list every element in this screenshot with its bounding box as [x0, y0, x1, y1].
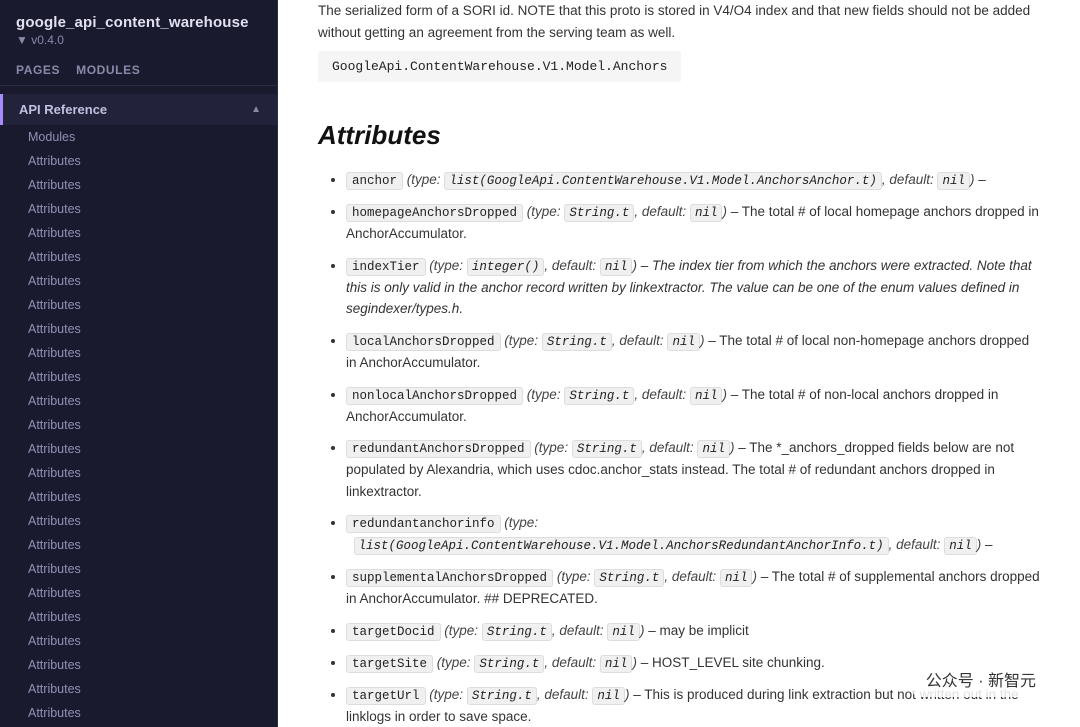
list-item: supplementalAnchorsDropped (type: String…: [346, 566, 1040, 610]
attr-meta-targetDocid: (type: String.t, default: nil): [444, 623, 648, 638]
list-item: targetSite (type: String.t, default: nil…: [346, 652, 1040, 674]
attr-name-targetSite: targetSite: [346, 655, 433, 673]
list-item[interactable]: Attributes: [0, 173, 277, 197]
attributes-list: anchor (type: list(GoogleApi.ContentWare…: [346, 169, 1040, 727]
list-item[interactable]: Attributes: [0, 581, 277, 605]
attr-name-indexTier: indexTier: [346, 258, 426, 276]
list-item[interactable]: Attributes: [0, 653, 277, 677]
attr-name-redundantAnchorsDropped: redundantAnchorsDropped: [346, 440, 531, 458]
list-item[interactable]: Attributes: [0, 197, 277, 221]
chevron-up-icon: ▲: [251, 104, 261, 115]
list-item[interactable]: Attributes: [0, 317, 277, 341]
list-item: anchor (type: list(GoogleApi.ContentWare…: [346, 169, 1040, 191]
attr-meta-targetUrl: (type: String.t, default: nil): [429, 687, 633, 702]
tab-modules[interactable]: MODULES: [76, 63, 140, 85]
attr-name-targetUrl: targetUrl: [346, 687, 426, 705]
list-item: indexTier (type: integer(), default: nil…: [346, 255, 1040, 320]
list-item[interactable]: Attributes: [0, 437, 277, 461]
list-item: homepageAnchorsDropped (type: String.t, …: [346, 201, 1040, 245]
sidebar-title: google_api_content_warehouse: [16, 14, 261, 31]
attr-meta-homepageAnchorsDropped: (type: String.t, default: nil): [527, 204, 731, 219]
list-item[interactable]: Attributes: [0, 149, 277, 173]
attr-desc-anchor: –: [978, 172, 986, 187]
attr-meta-indexTier: (type: integer(), default: nil): [429, 258, 640, 273]
list-item: localAnchorsDropped (type: String.t, def…: [346, 330, 1040, 374]
attr-meta-nonlocalAnchorsDropped: (type: String.t, default: nil): [527, 387, 731, 402]
sidebar-header: google_api_content_warehouse ▼ v0.4.0: [0, 0, 277, 57]
list-item[interactable]: Attributes: [0, 605, 277, 629]
list-item: targetDocid (type: String.t, default: ni…: [346, 620, 1040, 642]
list-item[interactable]: Attributes: [0, 629, 277, 653]
list-item: redundantAnchorsDropped (type: String.t,…: [346, 437, 1040, 502]
list-item[interactable]: Attributes: [0, 269, 277, 293]
attributes-heading: Attributes: [318, 120, 1040, 151]
list-item[interactable]: Attributes: [0, 413, 277, 437]
nav-section-api-reference[interactable]: API Reference ▲: [0, 94, 277, 125]
list-item[interactable]: Attributes: [0, 533, 277, 557]
sidebar-tabs: PAGES MODULES: [0, 57, 277, 86]
list-item[interactable]: Attributes: [0, 677, 277, 701]
attr-name-supplementalAnchorsDropped: supplementalAnchorsDropped: [346, 569, 553, 587]
list-item[interactable]: Attributes: [0, 245, 277, 269]
nav-item-modules[interactable]: Modules: [0, 125, 277, 149]
list-item[interactable]: Attributes: [0, 461, 277, 485]
attr-name-redundantanchorinfo: redundantanchorinfo: [346, 515, 501, 533]
list-item[interactable]: Attributes: [0, 221, 277, 245]
attr-desc-targetDocid: – may be implicit: [648, 623, 749, 638]
attr-meta-localAnchorsDropped: (type: String.t, default: nil): [504, 333, 708, 348]
list-item[interactable]: Attributes: [0, 485, 277, 509]
attr-meta-supplementalAnchorsDropped: (type: String.t, default: nil): [557, 569, 761, 584]
list-item[interactable]: Attributes: [0, 389, 277, 413]
sidebar-version: ▼ v0.4.0: [16, 33, 261, 47]
attr-name-localAnchorsDropped: localAnchorsDropped: [346, 333, 501, 351]
attr-meta-targetSite: (type: String.t, default: nil): [437, 655, 641, 670]
attr-name-nonlocalAnchorsDropped: nonlocalAnchorsDropped: [346, 387, 523, 405]
list-item[interactable]: Attributes: [0, 341, 277, 365]
list-item[interactable]: Attributes: [0, 365, 277, 389]
attr-name-anchor: anchor: [346, 172, 403, 190]
list-item[interactable]: Attributes: [0, 293, 277, 317]
sidebar: google_api_content_warehouse ▼ v0.4.0 PA…: [0, 0, 278, 727]
top-code-label: GoogleApi.ContentWarehouse.V1.Model.Anch…: [318, 51, 681, 82]
list-item[interactable]: Attributes: [0, 557, 277, 581]
intro-text: The serialized form of a SORI id. NOTE t…: [318, 0, 1040, 43]
attr-desc-redundantanchorinfo: –: [985, 537, 993, 552]
sidebar-nav: API Reference ▲ Modules Attributes Attri…: [0, 86, 277, 727]
attr-name-targetDocid: targetDocid: [346, 623, 441, 641]
attr-desc-targetSite: – HOST_LEVEL site chunking.: [641, 655, 825, 670]
list-item: nonlocalAnchorsDropped (type: String.t, …: [346, 384, 1040, 428]
list-item[interactable]: Attributes: [0, 509, 277, 533]
list-item: targetUrl (type: String.t, default: nil)…: [346, 684, 1040, 727]
main-content: The serialized form of a SORI id. NOTE t…: [278, 0, 1080, 727]
attr-meta-redundantAnchorsDropped: (type: String.t, default: nil): [534, 440, 738, 455]
list-item: redundantanchorinfo (type: list(GoogleAp…: [346, 512, 1040, 556]
list-item[interactable]: Attributes: [0, 701, 277, 725]
attr-name-homepageAnchorsDropped: homepageAnchorsDropped: [346, 204, 523, 222]
attr-meta-anchor: (type: list(GoogleApi.ContentWarehouse.V…: [407, 172, 978, 187]
tab-pages[interactable]: PAGES: [16, 63, 60, 85]
